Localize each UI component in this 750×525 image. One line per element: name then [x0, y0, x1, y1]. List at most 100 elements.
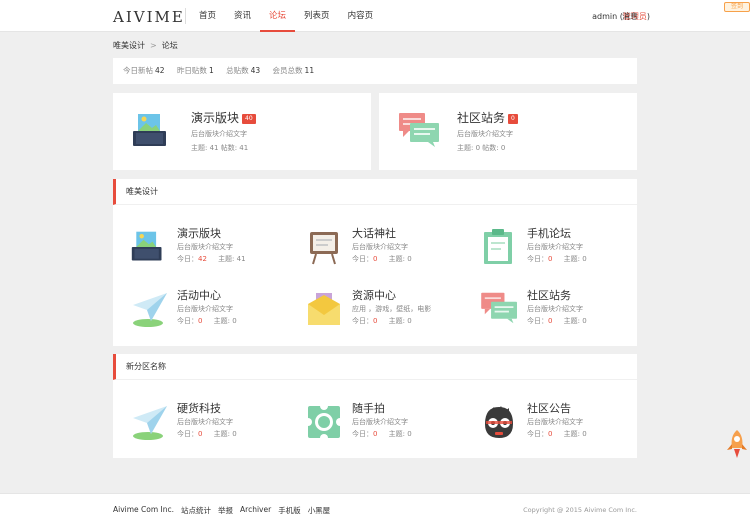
- nav-forum[interactable]: 论坛: [260, 0, 296, 32]
- nav-content[interactable]: 内容页: [339, 0, 383, 32]
- featured-meta: 主题: 41 帖数: 41: [191, 144, 249, 152]
- easel-board-icon: [306, 229, 342, 267]
- copyright: Copyright @ 2015 Aivime Com Inc.: [523, 506, 637, 514]
- username-link[interactable]: admin: [592, 12, 617, 21]
- today-label: 今日：: [177, 255, 198, 263]
- today-count: 0: [373, 255, 378, 263]
- topic-count: 主题: 0: [388, 317, 412, 325]
- forum-name[interactable]: 社区公告: [527, 400, 571, 416]
- forum-desc: 后台版块介绍文字: [527, 305, 583, 313]
- footer-archiver-link[interactable]: Archiver: [240, 505, 271, 516]
- stat-yesterday-label: 昨日贴数: [176, 66, 207, 75]
- featured-title[interactable]: 演示版块 40: [191, 109, 256, 126]
- stats-bar: 今日新帖 42 昨日贴数 1 总贴数 43 会员总数 11: [113, 58, 637, 84]
- today-label: 今日：: [527, 430, 548, 438]
- forum-meta: 今日：0 主题: 0: [177, 316, 237, 326]
- forum-meta: 今日：0 主题: 0: [352, 429, 412, 439]
- chat-bubbles-icon: [481, 291, 519, 327]
- nav-home[interactable]: 首页: [190, 0, 225, 32]
- forum-meta: 今日：42 主题: 41: [177, 254, 246, 264]
- stat-posts-label: 总贴数: [226, 66, 249, 75]
- chat-bubbles-icon: [399, 111, 441, 151]
- featured-title-text[interactable]: 演示版块: [191, 111, 239, 125]
- topic-count: 主题: 41: [218, 255, 246, 263]
- forum-meta: 今日：0 主题: 0: [527, 429, 587, 439]
- forum-name[interactable]: 硬货科技: [177, 400, 221, 416]
- forum-item-tech[interactable]: 硬货科技 后台版块介绍文字 今日：0 主题: 0: [113, 400, 283, 450]
- breadcrumb-current[interactable]: 论坛: [162, 41, 178, 50]
- rocket-icon[interactable]: [727, 430, 747, 460]
- today-label: 今日：: [352, 255, 373, 263]
- footer-company[interactable]: Aivime Com Inc.: [113, 505, 174, 516]
- forum-meta: 今日：0 主题: 0: [352, 254, 412, 264]
- forum-item-resources[interactable]: 资源中心 应用 ，游戏，壁纸，电影 今日：0 主题: 0: [288, 287, 458, 337]
- forum-name[interactable]: 大话神社: [352, 225, 396, 241]
- breadcrumb-home[interactable]: 唯美设计: [113, 41, 145, 50]
- footer-report-link[interactable]: 举报: [218, 505, 233, 516]
- forum-desc: 后台版块介绍文字: [352, 243, 408, 251]
- forum-desc: 后台版块介绍文字: [177, 305, 233, 313]
- new-posts-badge: 40: [242, 114, 256, 124]
- role-close: ): [646, 12, 650, 21]
- stat-members-value: 11: [304, 66, 315, 75]
- footer-links: Aivime Com Inc. 站点统计 举报 Archiver 手机版 小黑屋: [113, 505, 330, 516]
- paper-plane-icon: [131, 404, 169, 444]
- stat-members-label: 会员总数: [272, 66, 303, 75]
- featured-card-community[interactable]: 社区站务 0 后台版块介绍文字 主题: 0 帖数: 0: [379, 93, 637, 170]
- footer-darkroom-link[interactable]: 小黑屋: [308, 505, 331, 516]
- forum-name[interactable]: 资源中心: [352, 287, 396, 303]
- site-logo[interactable]: AIVIME: [113, 8, 185, 26]
- forum-item-snapshots[interactable]: 随手拍 后台版块介绍文字 今日：0 主题: 0: [288, 400, 458, 450]
- messages-link[interactable]: 消息: [622, 11, 638, 22]
- forum-section-1: 唯美设计 演示版块 后台版块介绍文字 今日：42 主题: 41 大话神社 后台版…: [113, 179, 637, 346]
- forum-item-community[interactable]: 社区站务 后台版块介绍文字 今日：0 主题: 0: [463, 287, 633, 337]
- footer: Aivime Com Inc. 站点统计 举报 Archiver 手机版 小黑屋…: [0, 493, 750, 525]
- section-title[interactable]: 唯美设计: [113, 179, 637, 205]
- puzzle-icon: [304, 402, 344, 442]
- ninja-mascot-icon: [481, 404, 517, 442]
- breadcrumb-sep: >: [150, 41, 157, 50]
- stat-today-value: 42: [155, 66, 165, 75]
- forum-name[interactable]: 社区站务: [527, 287, 571, 303]
- today-count: 0: [373, 317, 378, 325]
- forum-name[interactable]: 手机论坛: [527, 225, 571, 241]
- forum-desc: 后台版块介绍文字: [352, 418, 408, 426]
- forum-name[interactable]: 活动中心: [177, 287, 221, 303]
- section-title[interactable]: 新分区名称: [113, 354, 637, 380]
- featured-meta: 主题: 0 帖数: 0: [457, 144, 506, 152]
- featured-title-text[interactable]: 社区站务: [457, 111, 505, 125]
- topic-count: 主题: 0: [388, 255, 412, 263]
- top-bar: AIVIME 首页 资讯 论坛 列表页 内容页 admin (管理员) 消息 签…: [0, 0, 750, 32]
- forum-section-2: 新分区名称 硬货科技 后台版块介绍文字 今日：0 主题: 0 随手拍 后台版块介…: [113, 354, 637, 458]
- today-count: 0: [548, 317, 553, 325]
- footer-mobile-link[interactable]: 手机版: [278, 505, 301, 516]
- sign-in-badge[interactable]: 签到: [724, 2, 750, 12]
- forum-desc: 应用 ，游戏，壁纸，电影: [352, 305, 432, 313]
- forum-name[interactable]: 演示版块: [177, 225, 221, 241]
- footer-stats-link[interactable]: 站点统计: [181, 505, 211, 516]
- forum-item-mobile[interactable]: 手机论坛 后台版块介绍文字 今日：0 主题: 0: [463, 225, 633, 275]
- today-label: 今日：: [527, 255, 548, 263]
- forum-meta: 今日：0 主题: 0: [177, 429, 237, 439]
- today-count: 0: [373, 430, 378, 438]
- forum-item-demo[interactable]: 演示版块 后台版块介绍文字 今日：42 主题: 41: [113, 225, 283, 275]
- featured-title[interactable]: 社区站务 0: [457, 109, 518, 126]
- today-label: 今日：: [352, 317, 373, 325]
- forum-item-events[interactable]: 活动中心 后台版块介绍文字 今日：0 主题: 0: [113, 287, 283, 337]
- new-posts-badge: 0: [508, 114, 518, 124]
- forum-desc: 后台版块介绍文字: [527, 418, 583, 426]
- topic-count: 主题: 0: [563, 317, 587, 325]
- today-count: 0: [198, 317, 203, 325]
- forum-item-announcements[interactable]: 社区公告 后台版块介绍文字 今日：0 主题: 0: [463, 400, 633, 450]
- logo-divider: [185, 8, 186, 24]
- forum-name[interactable]: 随手拍: [352, 400, 385, 416]
- tablet-icon: [133, 111, 169, 153]
- today-label: 今日：: [177, 430, 198, 438]
- featured-card-demo[interactable]: 演示版块 40 后台版块介绍文字 主题: 41 帖数: 41: [113, 93, 371, 170]
- today-label: 今日：: [527, 317, 548, 325]
- forum-item-dahua[interactable]: 大话神社 后台版块介绍文字 今日：0 主题: 0: [288, 225, 458, 275]
- nav-list[interactable]: 列表页: [295, 0, 339, 32]
- topic-count: 主题: 0: [388, 430, 412, 438]
- nav-news[interactable]: 资讯: [225, 0, 260, 32]
- today-label: 今日：: [177, 317, 198, 325]
